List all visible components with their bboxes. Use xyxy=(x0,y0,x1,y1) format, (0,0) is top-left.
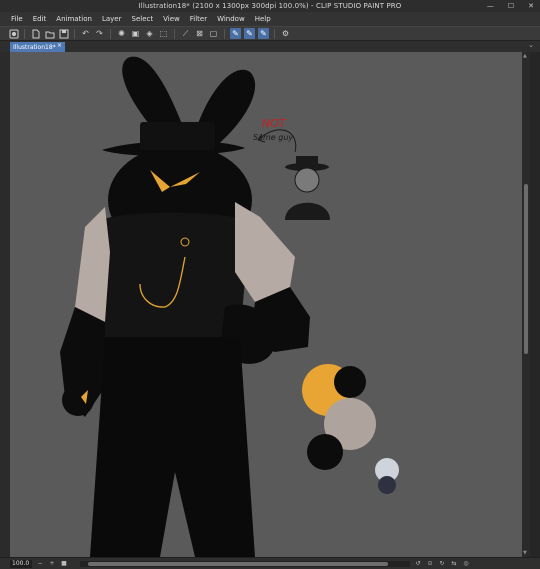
menu-file[interactable]: File xyxy=(6,15,28,23)
document-tab-bar: Illustration18* × ⌄ xyxy=(0,41,540,52)
fit-icon[interactable]: ■ xyxy=(60,560,68,567)
toolbar-divider xyxy=(74,28,75,39)
artwork: NOT Same guy xyxy=(60,56,399,557)
hscroll-thumb[interactable] xyxy=(88,561,388,566)
left-hand xyxy=(62,384,94,416)
menu-bar: File Edit Animation Layer Select View Fi… xyxy=(0,12,540,26)
undo-icon[interactable]: ↶ xyxy=(80,28,91,39)
left-sleeve xyxy=(75,207,110,322)
annotation-same-guy: Same guy xyxy=(253,133,293,142)
pen-b-icon[interactable]: ✎ xyxy=(244,28,255,39)
sketch-face xyxy=(294,167,320,193)
swatch-black-a xyxy=(334,366,366,398)
zoom-field[interactable]: 100.0 xyxy=(10,559,32,568)
window-title: Illustration18* (2100 x 1300px 300dpi 10… xyxy=(138,2,402,10)
zoom-up-icon[interactable]: + xyxy=(48,560,56,567)
annotation-not: NOT xyxy=(262,117,287,130)
horizontal-scrollbar[interactable] xyxy=(80,560,410,567)
swatch-black-b xyxy=(307,434,343,470)
clear-icon[interactable]: ▣ xyxy=(130,28,141,39)
toolbar-divider xyxy=(224,28,225,39)
tab-label: Illustration18* xyxy=(13,43,56,51)
flip-icon[interactable]: ⇆ xyxy=(450,560,458,567)
pen-c-icon[interactable]: ✎ xyxy=(258,28,269,39)
toolbar-divider xyxy=(174,28,175,39)
right-gutter xyxy=(530,52,540,557)
menu-view[interactable]: View xyxy=(158,15,185,23)
navigator-icon[interactable]: ◎ xyxy=(462,560,470,567)
menu-layer[interactable]: Layer xyxy=(97,15,127,23)
toolbar-divider xyxy=(274,28,275,39)
minimize-button[interactable]: — xyxy=(487,2,494,10)
status-bar: 100.0 − + ■ ↺ ⊙ ↻ ⇆ ◎ xyxy=(0,557,540,569)
open-file-icon[interactable] xyxy=(44,28,55,39)
rotate-left-icon[interactable]: ↺ xyxy=(414,560,422,567)
menu-filter[interactable]: Filter xyxy=(185,15,212,23)
menu-animation[interactable]: Animation xyxy=(51,15,97,23)
pen-stabilize-icon[interactable]: ▢ xyxy=(208,28,219,39)
transform-icon[interactable]: ⬚ xyxy=(158,28,169,39)
collapse-icon[interactable]: ⌄ xyxy=(528,41,534,49)
menu-help[interactable]: Help xyxy=(250,15,276,23)
new-file-icon[interactable] xyxy=(30,28,41,39)
top-hat-crown xyxy=(140,122,215,150)
vertical-scrollbar[interactable]: ▲ ▼ xyxy=(522,52,530,557)
tab-close-icon[interactable]: × xyxy=(57,42,62,49)
close-window-button[interactable]: ✕ xyxy=(528,2,534,10)
drawing-canvas[interactable]: NOT Same guy xyxy=(10,52,522,557)
menu-edit[interactable]: Edit xyxy=(28,15,52,23)
redo-icon[interactable]: ↷ xyxy=(94,28,105,39)
scroll-up-icon[interactable]: ▲ xyxy=(523,53,527,59)
save-file-icon[interactable] xyxy=(58,28,69,39)
settings-icon[interactable]: ⚙ xyxy=(280,28,291,39)
tab-illustration18[interactable]: Illustration18* × xyxy=(10,42,65,52)
toolbar-divider xyxy=(24,28,25,39)
sketch-body xyxy=(285,202,330,220)
scroll-down-icon[interactable]: ▼ xyxy=(523,550,527,556)
ruler-icon[interactable]: ⟋ xyxy=(180,28,191,39)
fill-icon[interactable]: ◈ xyxy=(144,28,155,39)
app-icon[interactable] xyxy=(8,28,19,39)
rotate-reset-icon[interactable]: ⊙ xyxy=(426,560,434,567)
title-bar: Illustration18* (2100 x 1300px 300dpi 10… xyxy=(0,0,540,12)
maximize-button[interactable]: ☐ xyxy=(508,2,514,10)
pants xyxy=(90,337,255,557)
sketch-hat-crown xyxy=(296,156,318,167)
rotate-right-icon[interactable]: ↻ xyxy=(438,560,446,567)
loading-icon[interactable]: ✺ xyxy=(116,28,127,39)
pen-a-icon[interactable]: ✎ xyxy=(230,28,241,39)
swatch-navy xyxy=(378,476,396,494)
snap-icon[interactable]: ⊠ xyxy=(194,28,205,39)
command-bar: ↶ ↷ ✺ ▣ ◈ ⬚ ⟋ ⊠ ▢ ✎ ✎ ✎ ⚙ xyxy=(0,26,540,41)
menu-window[interactable]: Window xyxy=(212,15,250,23)
menu-select[interactable]: Select xyxy=(127,15,159,23)
zoom-down-icon[interactable]: − xyxy=(36,560,44,567)
scroll-thumb[interactable] xyxy=(524,184,528,354)
toolbar-divider xyxy=(110,28,111,39)
